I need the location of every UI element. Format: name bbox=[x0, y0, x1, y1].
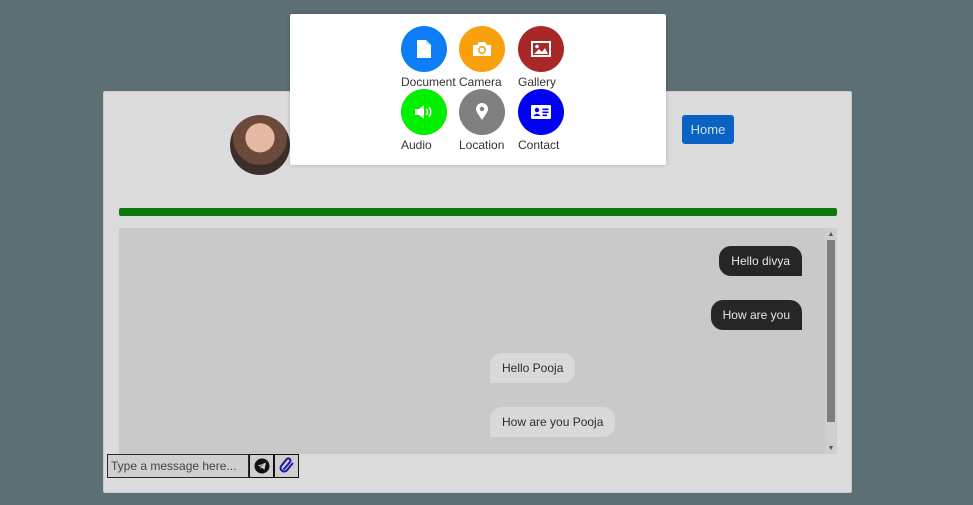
map-pin-icon bbox=[476, 103, 488, 120]
avatar[interactable] bbox=[230, 115, 290, 175]
home-button[interactable]: Home bbox=[682, 115, 734, 144]
gallery-circle[interactable] bbox=[518, 26, 564, 72]
telegram-send-icon bbox=[254, 458, 269, 474]
attach-label: Gallery bbox=[518, 75, 557, 89]
audio-circle[interactable] bbox=[401, 89, 447, 135]
camera-icon bbox=[473, 42, 491, 56]
document-circle[interactable] bbox=[401, 26, 447, 72]
attach-button[interactable] bbox=[274, 454, 299, 478]
message-bubble-sent: How are you bbox=[710, 300, 802, 330]
file-icon bbox=[417, 40, 431, 58]
send-button[interactable] bbox=[249, 454, 274, 478]
message-composer bbox=[107, 454, 299, 478]
progress-bar bbox=[119, 208, 837, 216]
message-bubble-sent: Hello divya bbox=[719, 246, 802, 276]
attach-contact[interactable]: Contact bbox=[518, 89, 588, 152]
scroll-thumb[interactable] bbox=[827, 240, 835, 422]
contact-card-icon bbox=[531, 105, 551, 119]
scroll-up-arrow-icon[interactable]: ▲ bbox=[825, 228, 837, 240]
attachment-menu: Document Camera Gallery Audio Location C… bbox=[290, 14, 666, 165]
message-bubble-received: Hello Pooja bbox=[490, 353, 576, 383]
attach-gallery[interactable]: Gallery bbox=[518, 26, 588, 89]
speaker-icon bbox=[415, 105, 432, 119]
location-circle[interactable] bbox=[459, 89, 505, 135]
message-input[interactable] bbox=[107, 454, 249, 478]
message-bubble-received: How are you Pooja bbox=[490, 407, 616, 437]
contact-circle[interactable] bbox=[518, 89, 564, 135]
image-icon bbox=[531, 41, 551, 57]
scroll-down-arrow-icon[interactable]: ▼ bbox=[825, 442, 837, 454]
attach-label: Contact bbox=[518, 138, 560, 152]
chat-scrollbar[interactable]: ▲ ▼ bbox=[825, 228, 837, 454]
camera-circle[interactable] bbox=[459, 26, 505, 72]
message-list[interactable]: Hello divya How are you Hello Pooja How … bbox=[119, 228, 837, 454]
paperclip-icon bbox=[279, 457, 293, 473]
